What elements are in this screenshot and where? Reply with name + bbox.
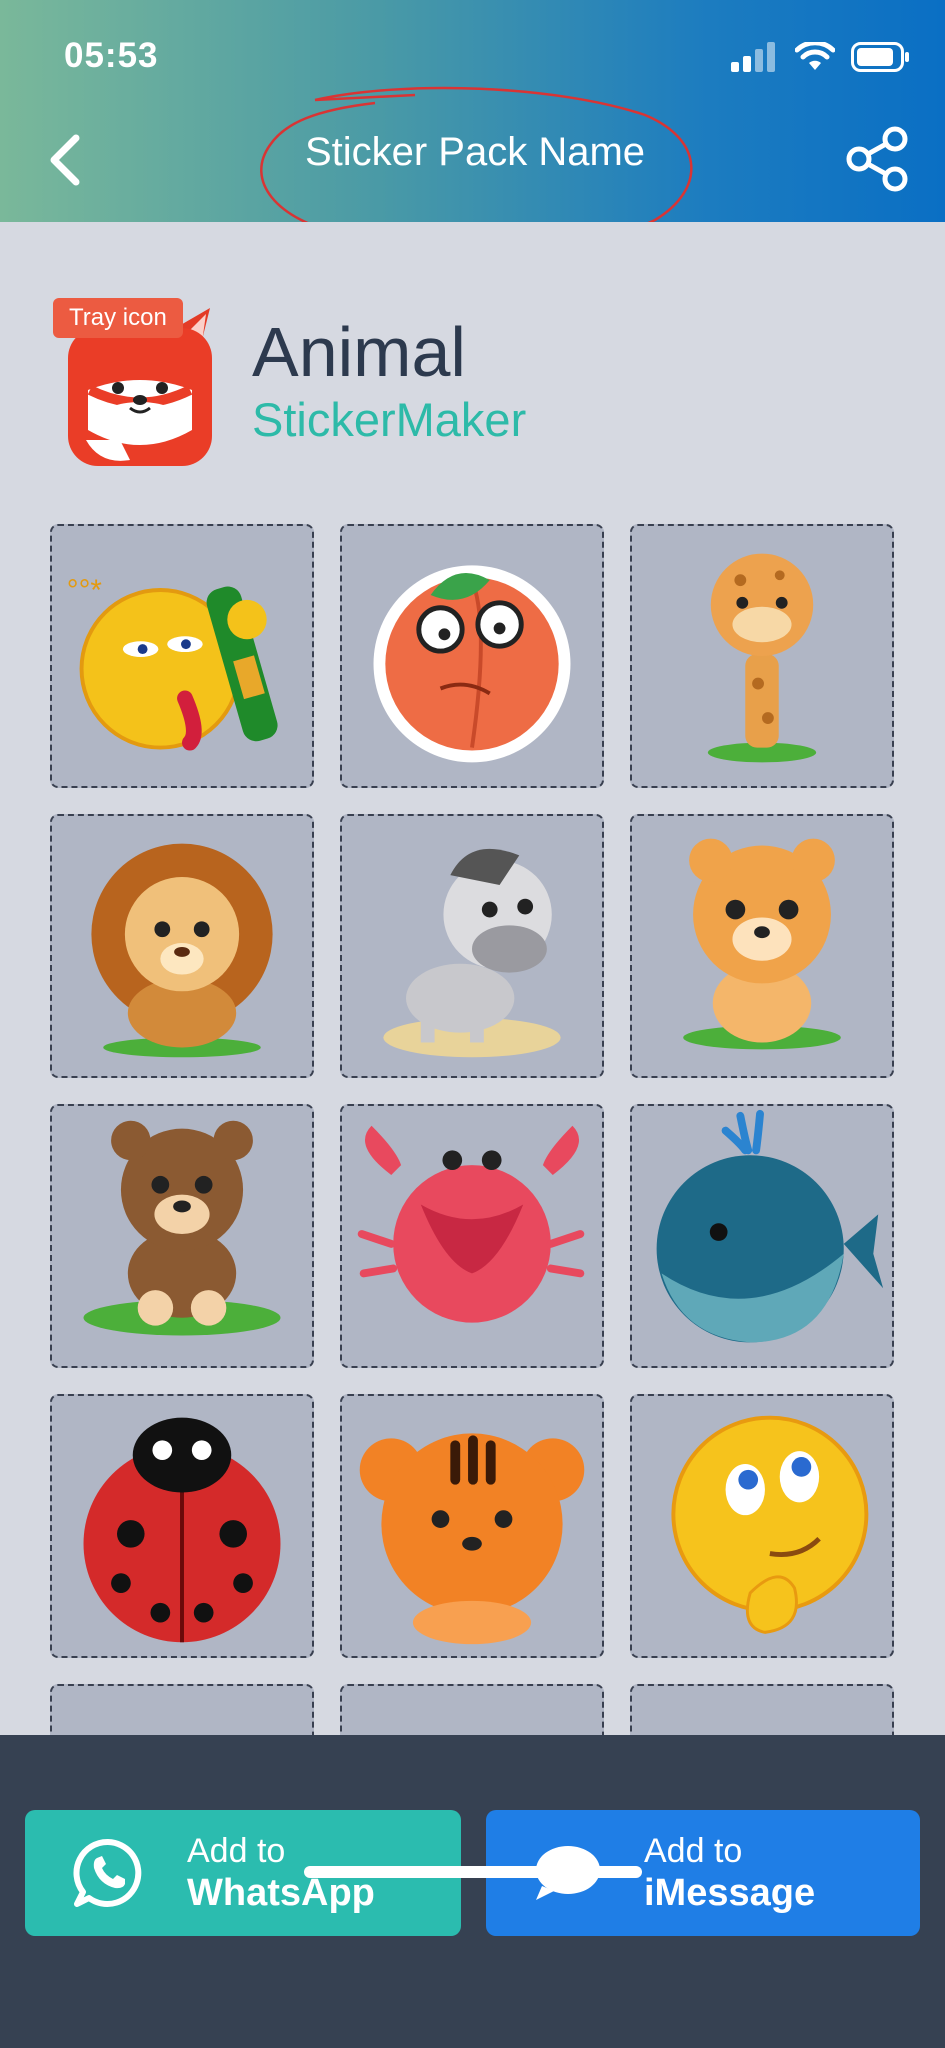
share-icon[interactable] bbox=[843, 125, 911, 193]
pack-author: StickerMaker bbox=[252, 393, 527, 446]
sticker-cell-partial[interactable] bbox=[340, 1684, 604, 1735]
ladybug-sticker bbox=[83, 1417, 281, 1643]
action-footer: Add to WhatsApp Add to iMessage bbox=[0, 1735, 945, 2048]
zebra-sticker bbox=[383, 848, 561, 1058]
sticker-cell-tiger-face[interactable] bbox=[340, 1394, 604, 1658]
tray-icon-badge: Tray icon bbox=[53, 298, 183, 338]
giraffe-sticker bbox=[707, 553, 817, 763]
sticker-cell-tiger-cub[interactable] bbox=[630, 814, 894, 1078]
wifi-icon bbox=[795, 42, 835, 70]
tray-icon-image: Tray icon bbox=[53, 298, 220, 470]
thinking-emoji-sticker bbox=[671, 1415, 869, 1634]
page-title: Sticker Pack Name bbox=[304, 130, 646, 174]
whatsapp-button-line1: Add to bbox=[187, 1832, 286, 1870]
sticker-cell-lion[interactable] bbox=[50, 814, 314, 1078]
sticker-cell-zebra[interactable] bbox=[340, 814, 604, 1078]
tiger-face-sticker bbox=[359, 1433, 585, 1645]
whatsapp-icon bbox=[73, 1838, 142, 1907]
sticker-cell-whale[interactable] bbox=[630, 1104, 894, 1368]
sticker-cell-giraffe[interactable] bbox=[630, 524, 894, 788]
nav-header: 05:53 Sticker Pack Name bbox=[0, 0, 945, 249]
tiger-cub-sticker bbox=[683, 838, 841, 1050]
sticker-cell-thinking-emoji[interactable] bbox=[630, 1394, 894, 1658]
battery-icon bbox=[851, 42, 909, 72]
imessage-button-line2: iMessage bbox=[644, 1872, 816, 1914]
sticker-cell-partial[interactable] bbox=[630, 1684, 894, 1735]
sticker-cell-ladybug[interactable] bbox=[50, 1394, 314, 1658]
whale-sticker bbox=[656, 1109, 884, 1343]
drunk-emoji-sticker: °°* bbox=[67, 574, 278, 751]
sticker-cell-crab[interactable] bbox=[340, 1104, 604, 1368]
lion-sticker bbox=[91, 843, 273, 1058]
status-time: 05:53 bbox=[64, 36, 159, 75]
imessage-button-line1: Add to bbox=[644, 1832, 743, 1870]
home-indicator[interactable] bbox=[304, 1866, 642, 1878]
back-chevron-icon[interactable] bbox=[40, 130, 90, 190]
bear-sticker bbox=[83, 1120, 281, 1336]
pack-name: Animal bbox=[252, 313, 466, 391]
signal-icon bbox=[731, 42, 775, 72]
sticker-cell-bear[interactable] bbox=[50, 1104, 314, 1368]
sticker-cell-partial[interactable] bbox=[50, 1684, 314, 1735]
sticker-pack-content[interactable]: Tray icon Animal StickerMaker °°* bbox=[0, 222, 945, 1735]
sticker-cell-peach[interactable] bbox=[340, 524, 604, 788]
svg-text:°°*: °°* bbox=[67, 574, 103, 607]
crab-sticker bbox=[357, 1125, 585, 1323]
status-icons bbox=[731, 42, 911, 72]
peach-sticker bbox=[373, 565, 571, 763]
sticker-cell-drunk-emoji[interactable]: °°* bbox=[50, 524, 314, 788]
